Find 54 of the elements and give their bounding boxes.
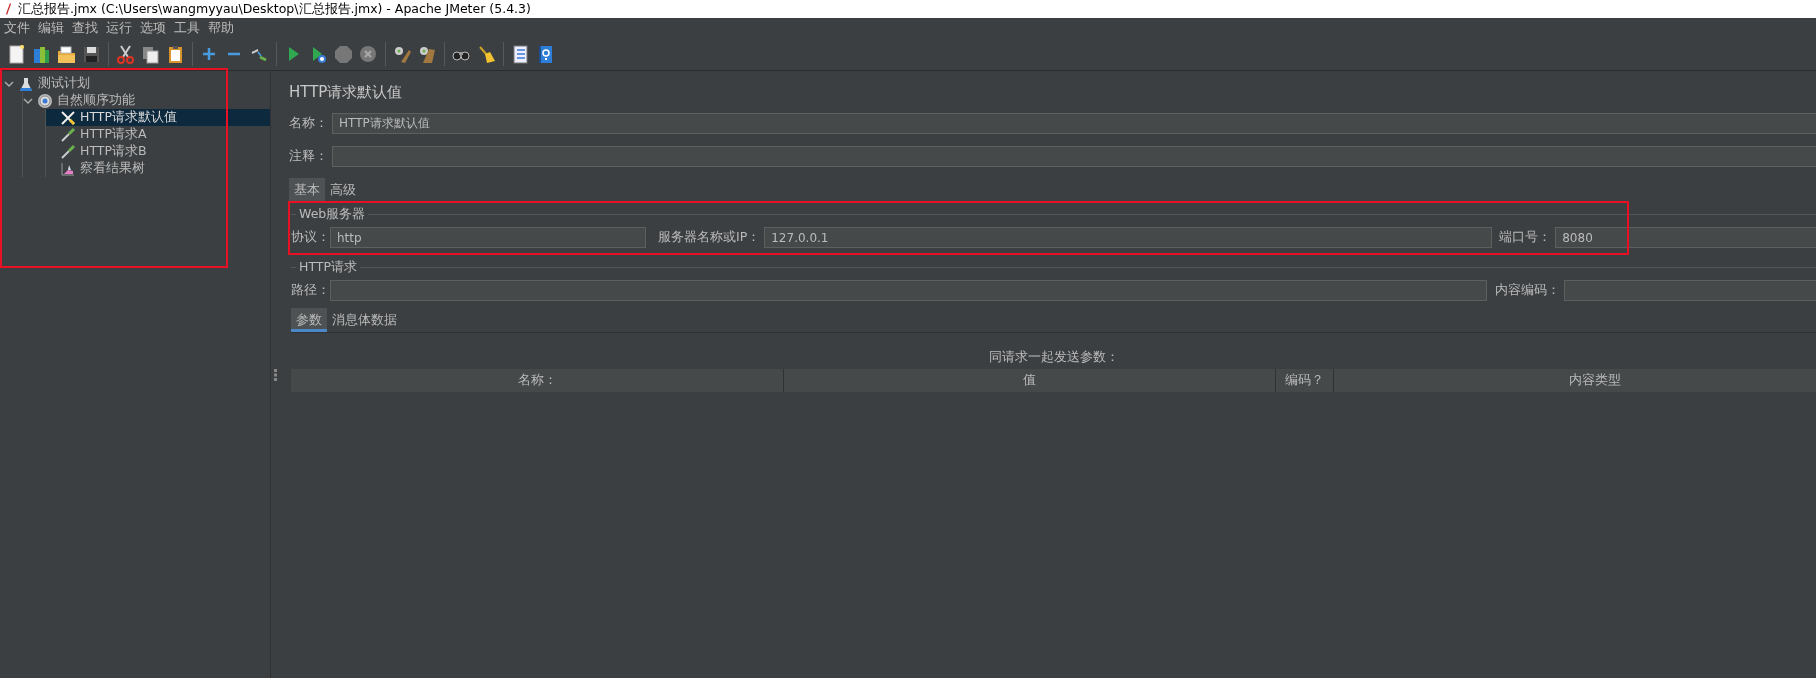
window-title: 汇总报告.jmx (C:\Users\wangmyyau\Desktop\汇总报告.jmx) - Apache JMeter (5.4.3)	[18, 0, 531, 18]
group-title: Web服务器	[299, 205, 366, 223]
menu-item[interactable]: 选项	[140, 19, 166, 37]
table-caption: 同请求一起发送参数：	[987, 349, 1120, 366]
tree-item[interactable]: 自然顺序功能	[23, 92, 270, 109]
tree-item[interactable]: HTTP请求默认值	[46, 109, 270, 126]
input-field[interactable]: http	[330, 227, 646, 248]
menu-item[interactable]: 帮助	[208, 19, 234, 37]
scissors-icon[interactable]	[115, 43, 136, 65]
tab[interactable]: 高级	[325, 178, 361, 202]
menu-item[interactable]: 工具	[174, 19, 200, 37]
field-label: 名称：	[289, 115, 329, 132]
tree-item[interactable]: 测试计划	[0, 75, 270, 92]
menu-item[interactable]: 运行	[106, 19, 132, 37]
list-icon[interactable]	[510, 43, 531, 65]
tab[interactable]: 参数	[291, 308, 327, 332]
input-field[interactable]	[1564, 280, 1816, 301]
tree-item[interactable]: HTTP请求A	[46, 126, 270, 143]
panel-title: HTTP请求默认值	[289, 83, 404, 102]
new-file-icon[interactable]	[6, 43, 27, 65]
field-label: 内容编码：	[1495, 282, 1560, 299]
tools-icon	[60, 109, 76, 126]
input-field[interactable]: 127.0.0.1	[764, 227, 1493, 248]
menu-item[interactable]: 文件	[4, 19, 30, 37]
input-field[interactable]: 8080	[1555, 227, 1816, 248]
feather-icon	[4, 2, 12, 16]
tab[interactable]: 基本	[289, 178, 325, 202]
column-header[interactable]: 内容类型	[1334, 369, 1816, 392]
menu-item[interactable]: 查找	[72, 19, 98, 37]
tab[interactable]: 消息体数据	[327, 308, 402, 332]
folder-icon[interactable]	[56, 43, 77, 65]
input-field[interactable]	[330, 280, 1487, 301]
chart-icon	[60, 160, 76, 177]
tree-item[interactable]: 察看结果树	[46, 160, 270, 177]
close-circle-icon[interactable]	[358, 43, 379, 65]
tree-item[interactable]: HTTP请求B	[46, 143, 270, 160]
pipette-icon	[60, 126, 76, 143]
flask-icon	[18, 75, 34, 92]
field-label: 协议：	[291, 229, 330, 246]
input-field[interactable]	[332, 146, 1816, 167]
field-label: 端口号：	[1499, 229, 1552, 246]
field-label: 服务器名称或IP：	[658, 229, 761, 246]
group-title: HTTP请求	[299, 258, 357, 276]
field-label: 路径：	[291, 282, 330, 299]
input-field[interactable]: HTTP请求默认值	[332, 113, 1816, 134]
field-label: 注释：	[289, 148, 329, 165]
pipette-icon	[60, 143, 76, 160]
chevron-down-icon[interactable]	[4, 78, 14, 89]
column-header[interactable]: 值	[784, 369, 1276, 392]
menu-item[interactable]: 编辑	[38, 19, 64, 37]
chevron-down-icon[interactable]	[23, 95, 33, 106]
column-header[interactable]: 编码？	[1276, 369, 1334, 392]
column-header[interactable]: 名称：	[291, 369, 784, 392]
splitter-grip-icon[interactable]	[273, 368, 277, 381]
